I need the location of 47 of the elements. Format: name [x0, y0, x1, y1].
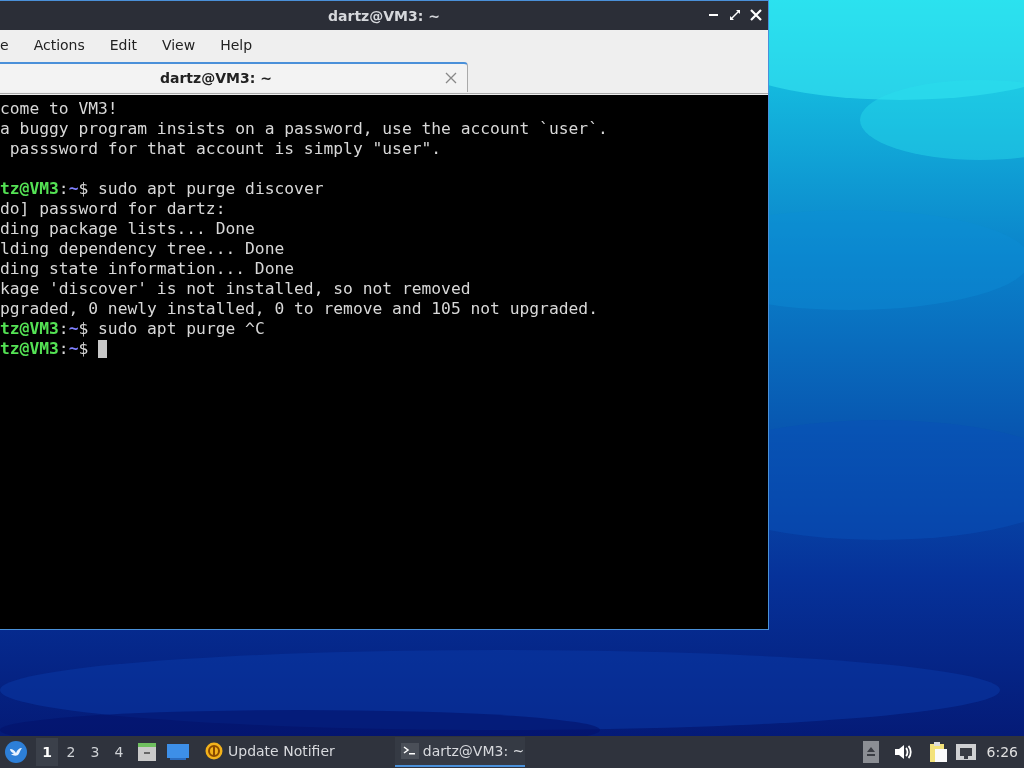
volume-icon[interactable]: [892, 742, 913, 762]
menu-item[interactable]: e: [0, 37, 20, 53]
workspace-button[interactable]: 3: [84, 738, 106, 766]
prompt-path: ~: [68, 339, 79, 359]
terminal-output: ding package lists... Done: [0, 219, 255, 239]
prompt-colon: :: [58, 179, 69, 199]
prompt-colon: :: [58, 339, 69, 359]
maximize-icon[interactable]: [727, 7, 743, 23]
update-icon: [204, 741, 224, 761]
desktop-icon[interactable]: [166, 742, 190, 762]
workspace-button[interactable]: 2: [60, 738, 82, 766]
eject-icon[interactable]: [862, 741, 879, 763]
network-icon[interactable]: [954, 742, 977, 762]
prompt-command: $: [78, 339, 89, 359]
terminal-output: passsword for that account is simply "user".: [8, 139, 442, 159]
menu-item[interactable]: Actions: [19, 37, 96, 53]
terminal-output: kage 'discover' is not installed, so not removed: [0, 279, 471, 299]
prompt-user: tz@VM3: [0, 339, 59, 359]
prompt-user: tz@VM3: [0, 319, 59, 339]
prompt-user: tz@VM3: [0, 179, 59, 199]
menu-item[interactable]: Help: [206, 37, 264, 53]
menu-item[interactable]: Edit: [95, 37, 148, 53]
clipboard-icon[interactable]: [928, 741, 949, 763]
terminal-area[interactable]: [0, 95, 768, 629]
terminal-output: ding state information... Done: [0, 259, 295, 279]
workspace-button[interactable]: 1: [36, 738, 58, 766]
terminal-output: do] password for dartz:: [0, 199, 226, 219]
terminal-output: a buggy program insists on a password, use the account `user`.: [0, 119, 608, 139]
task-button[interactable]: dartz@VM3: ~: [394, 737, 525, 767]
prompt-colon: :: [58, 319, 69, 339]
terminal-icon: [400, 743, 419, 759]
task-button[interactable]: Update Notifier: [198, 737, 341, 767]
terminal-output: come to VM3!: [0, 99, 118, 119]
tab[interactable]: dartz@VM3: ~: [0, 62, 468, 92]
prompt-command: $ sudo apt purge ^C: [78, 319, 265, 339]
menu-item[interactable]: View: [147, 37, 207, 53]
clock[interactable]: 6:26: [986, 744, 1018, 760]
bird-icon[interactable]: [4, 740, 28, 764]
terminal-output: lding dependency tree... Done: [0, 239, 285, 259]
terminal-output: pgraded, 0 newly installed, 0 to remove and 105 not upgraded.: [0, 299, 598, 319]
window-title: dartz@VM3: ~: [328, 7, 440, 24]
file-cabinet-icon[interactable]: [136, 741, 158, 763]
prompt-command: $ sudo apt purge discover: [78, 179, 324, 199]
prompt-path: ~: [68, 319, 79, 339]
prompt-path: ~: [68, 179, 79, 199]
workspace-button[interactable]: 4: [108, 738, 130, 766]
tab-label: dartz@VM3: ~: [160, 70, 272, 86]
